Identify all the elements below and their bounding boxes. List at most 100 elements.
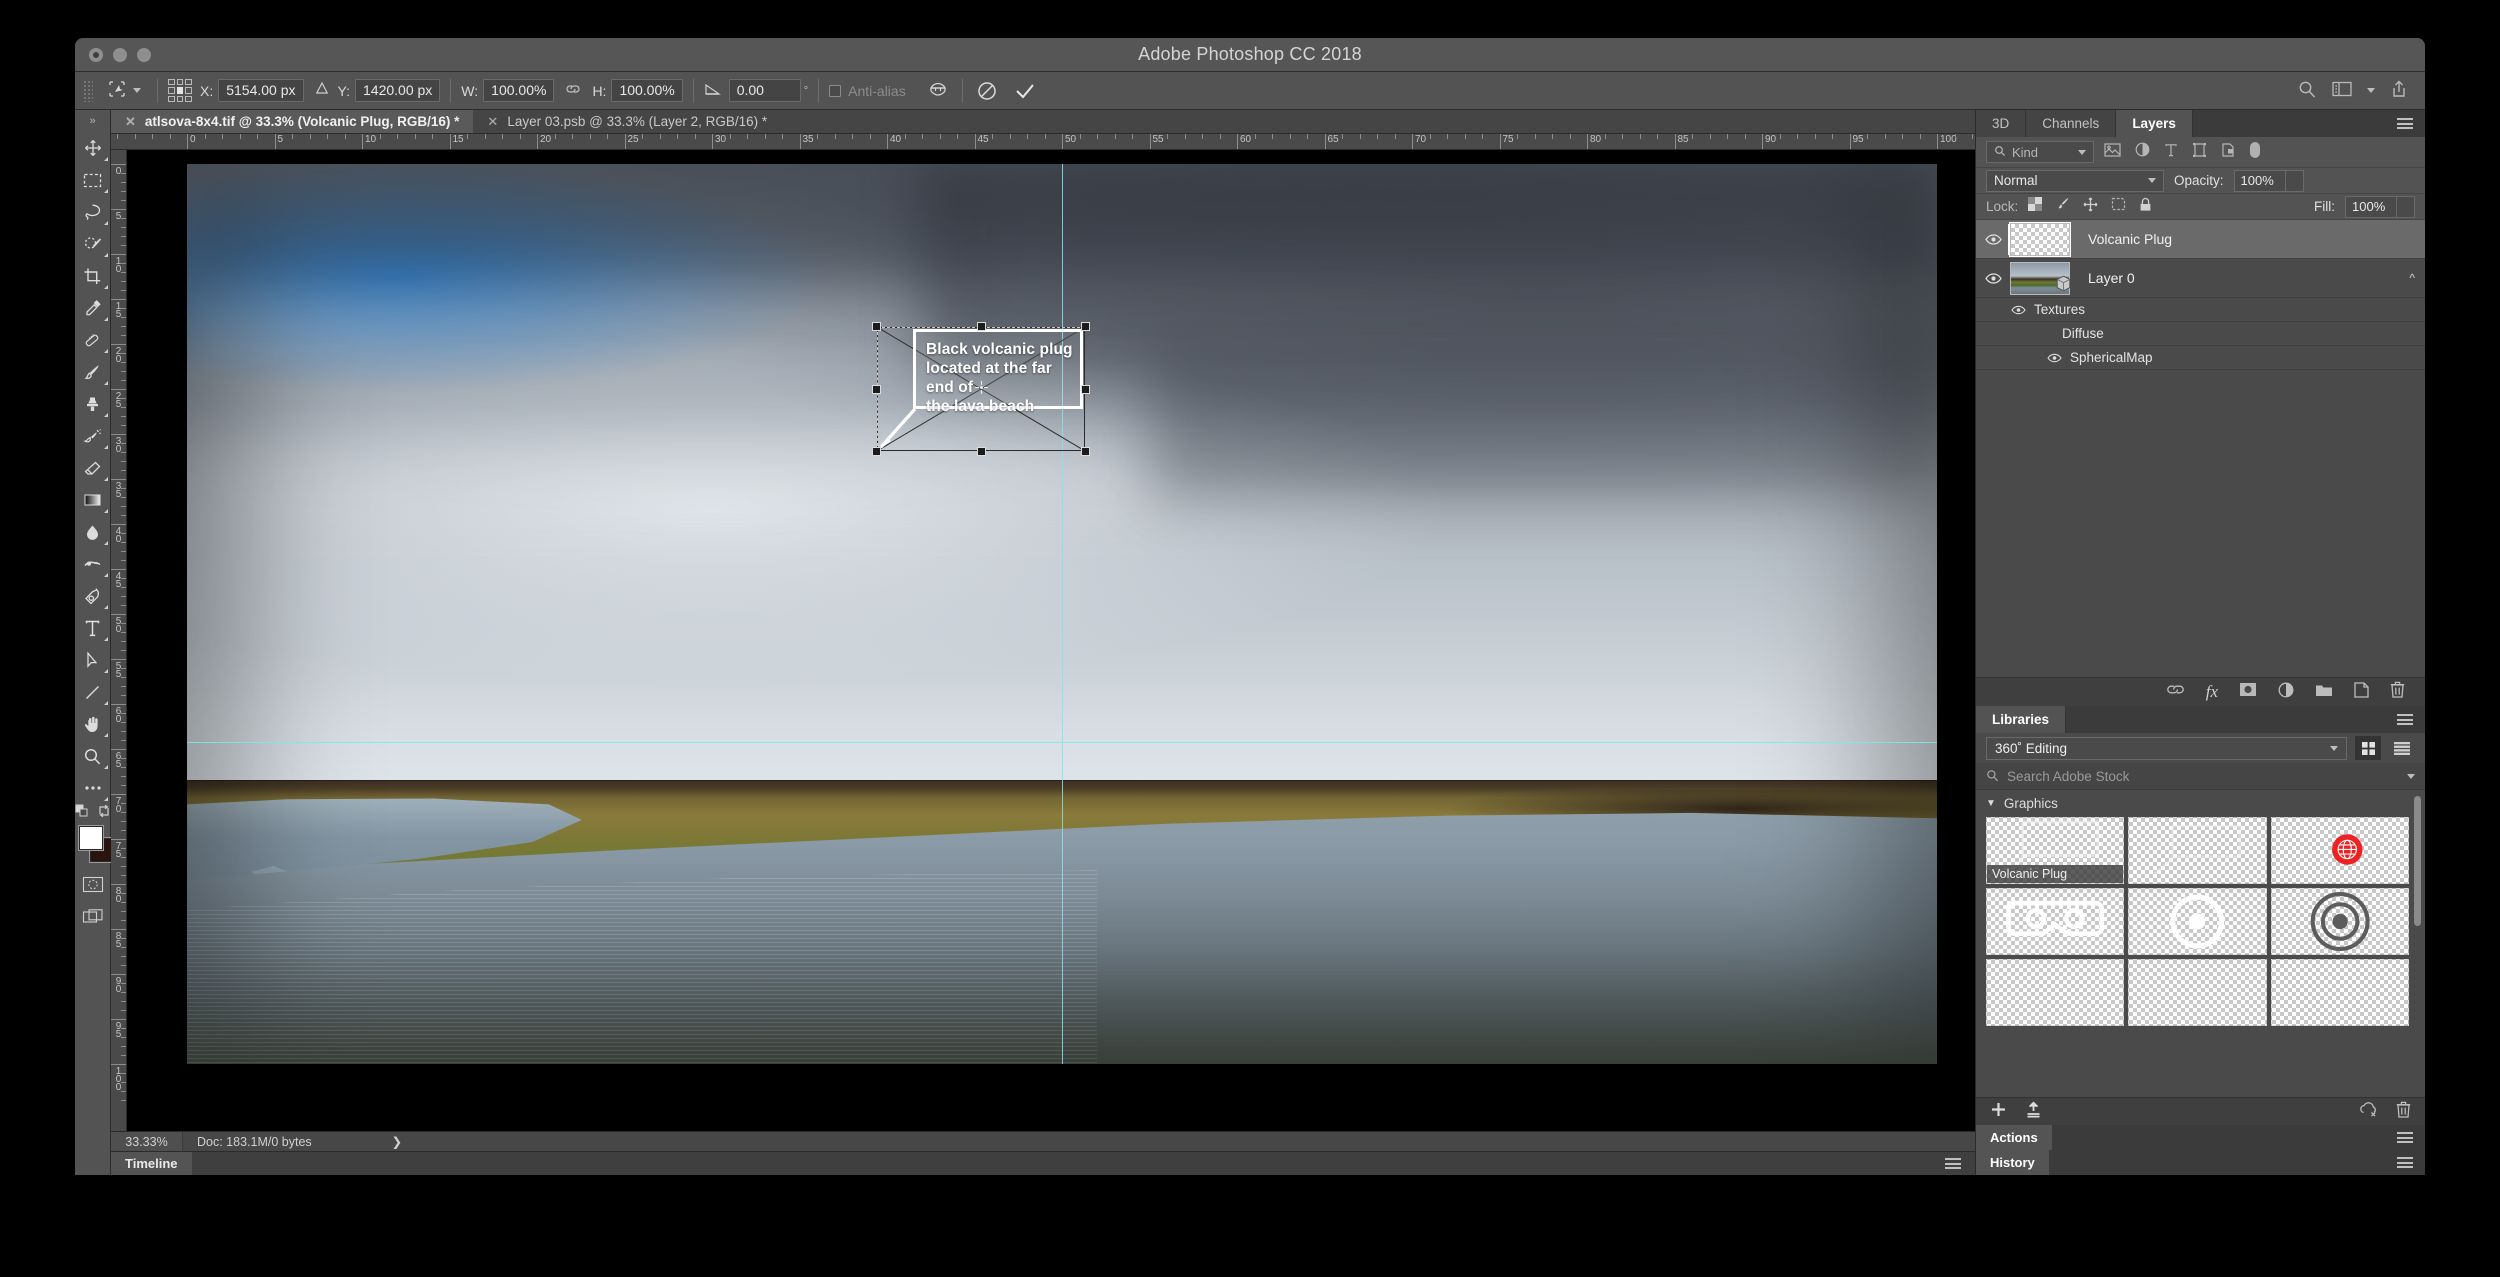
- edit-toolbar-ellipsis-icon[interactable]: [75, 772, 110, 804]
- ref-c[interactable]: [176, 87, 184, 94]
- transform-handle-b[interactable]: [976, 447, 986, 456]
- eraser-tool[interactable]: [75, 452, 110, 484]
- color-swatches[interactable]: [75, 824, 114, 868]
- blend-mode-select[interactable]: Normal: [1986, 169, 2164, 192]
- add-mask-icon[interactable]: [2239, 682, 2257, 702]
- eyedropper-tool[interactable]: [75, 292, 110, 324]
- workspace-chevron-down-icon[interactable]: [2367, 88, 2375, 93]
- add-asset-icon[interactable]: [1990, 1101, 2007, 1123]
- layer-subitem-sphericalmap[interactable]: SphericalMap: [1976, 346, 2425, 370]
- library-select[interactable]: 360˚ Editing: [1986, 736, 2347, 760]
- library-asset-volcanic-plug[interactable]: Volcanic Plug: [1986, 817, 2125, 884]
- delta-icon[interactable]: [314, 80, 330, 101]
- new-layer-icon[interactable]: [2354, 681, 2369, 703]
- workspace-icon[interactable]: [2331, 80, 2353, 101]
- layer-row-volcanic-plug[interactable]: Volcanic Plug: [1976, 220, 2425, 259]
- ref-tl[interactable]: [168, 78, 175, 86]
- transform-handle-t[interactable]: [976, 322, 986, 331]
- clone-stamp-tool[interactable]: [75, 388, 110, 420]
- share-icon[interactable]: [2389, 79, 2409, 102]
- eye-icon[interactable]: [1976, 305, 2034, 315]
- commit-transform-icon[interactable]: [1011, 77, 1039, 105]
- lasso-tool[interactable]: [75, 196, 110, 228]
- opacity-input[interactable]: 100%: [2233, 169, 2286, 192]
- vertical-ruler[interactable]: 0 5 10 15 20 25 30 35 40 45 50 55 60 65 70 75 80 85 90 95 10…: [111, 150, 127, 1131]
- layer-thumbnail[interactable]: [2010, 261, 2071, 295]
- shape-filter-icon[interactable]: [2192, 142, 2207, 162]
- canvas-image[interactable]: Black volcanic plug located at the far e…: [187, 164, 1937, 1064]
- window-controls[interactable]: [89, 47, 151, 62]
- brush-tool[interactable]: [75, 356, 110, 388]
- minimize-window-button[interactable]: [113, 47, 127, 62]
- list-view-icon[interactable]: [2389, 736, 2415, 760]
- marquee-tool[interactable]: [75, 164, 110, 196]
- ref-bl[interactable]: [168, 95, 175, 103]
- sync-off-icon[interactable]: [2359, 1101, 2378, 1123]
- fx-icon[interactable]: fx: [2206, 682, 2218, 702]
- horizontal-ruler[interactable]: 0 5 10 15 20 25 30 35 40 45 50 55 60 65 70 75 80 85 90 95 10…: [111, 134, 1975, 150]
- tool-preset-chevron-down-icon[interactable]: [133, 88, 141, 93]
- hand-tool[interactable]: [75, 708, 110, 740]
- history-brush-tool[interactable]: [75, 420, 110, 452]
- library-asset-callout-2[interactable]: [2128, 817, 2267, 884]
- gradient-tool[interactable]: [75, 484, 110, 516]
- delete-layer-icon[interactable]: [2390, 681, 2405, 703]
- delete-asset-icon[interactable]: [2396, 1101, 2411, 1123]
- tab-channels[interactable]: Channels: [2026, 110, 2117, 137]
- warp-icon[interactable]: [924, 77, 952, 105]
- zoom-window-button[interactable]: [137, 47, 151, 62]
- triangle-down-icon[interactable]: ▼: [1986, 798, 1996, 809]
- close-icon[interactable]: ✕: [487, 114, 498, 130]
- quick-selection-tool[interactable]: [75, 228, 110, 260]
- path-selection-tool[interactable]: [75, 644, 110, 676]
- swap-colors-icon[interactable]: [97, 804, 111, 821]
- link-icon[interactable]: [564, 82, 582, 99]
- default-colors-icon[interactable]: [75, 804, 89, 821]
- dodge-tool[interactable]: [75, 548, 110, 580]
- lock-artboard-icon[interactable]: [2111, 197, 2126, 216]
- tab-3d[interactable]: 3D: [1976, 110, 2027, 137]
- panel-menu-icon[interactable]: [2397, 1132, 2425, 1143]
- foreground-color-swatch[interactable]: [79, 826, 103, 850]
- ref-t[interactable]: [176, 78, 184, 86]
- opacity-stepper-chevron-down-icon[interactable]: [2285, 169, 2304, 192]
- panel-menu-icon[interactable]: [2385, 706, 2425, 733]
- tab-actions[interactable]: Actions: [1976, 1125, 2052, 1150]
- crop-tool[interactable]: [75, 260, 110, 292]
- lock-transparency-icon[interactable]: [2028, 197, 2043, 216]
- transform-handle-tr[interactable]: [1081, 322, 1090, 331]
- ref-b[interactable]: [176, 95, 184, 103]
- type-tool[interactable]: [75, 612, 110, 644]
- horizontal-guide[interactable]: [187, 741, 1937, 743]
- layer-name[interactable]: Volcanic Plug: [2088, 231, 2172, 247]
- fill-input[interactable]: 100%: [2345, 195, 2397, 218]
- anti-alias-option[interactable]: Anti-alias: [829, 83, 906, 99]
- w-input[interactable]: 100.00%: [483, 79, 555, 102]
- panel-menu-icon[interactable]: [2397, 1157, 2425, 1168]
- stock-search-input[interactable]: Search Adobe Stock: [2007, 769, 2129, 784]
- layer-subitem-textures[interactable]: Textures: [1976, 298, 2425, 322]
- eye-icon[interactable]: [1976, 272, 2010, 284]
- library-asset-gray-target[interactable]: [2270, 888, 2409, 955]
- active-tool-preview[interactable]: [101, 79, 147, 102]
- zoom-tool[interactable]: [75, 740, 110, 772]
- search-icon[interactable]: [2297, 79, 2317, 102]
- library-asset-row3-b[interactable]: [2128, 959, 2267, 1026]
- close-window-button[interactable]: [89, 47, 103, 62]
- layer-thumbnail[interactable]: [2010, 222, 2070, 256]
- library-asset-row3-a[interactable]: [1986, 959, 2125, 1026]
- adobe-stock-search[interactable]: Search Adobe Stock: [1976, 764, 2425, 790]
- link-layers-icon[interactable]: [2166, 683, 2185, 701]
- layer-subitem-diffuse[interactable]: Diffuse: [1976, 322, 2425, 346]
- pen-tool[interactable]: [75, 580, 110, 612]
- grid-view-icon[interactable]: [2355, 736, 2381, 760]
- chevron-down-icon[interactable]: [2078, 149, 2086, 155]
- upload-asset-icon[interactable]: [2025, 1101, 2042, 1123]
- adjustment-layer-icon[interactable]: [2278, 682, 2294, 703]
- library-asset-row3-c[interactable]: [2270, 959, 2409, 1026]
- library-scrollbar[interactable]: [2414, 796, 2421, 926]
- ref-r[interactable]: [185, 87, 192, 94]
- layer-kind-filter[interactable]: Kind: [1986, 141, 2094, 163]
- transform-handle-tl[interactable]: [872, 322, 881, 331]
- new-group-icon[interactable]: [2315, 683, 2333, 702]
